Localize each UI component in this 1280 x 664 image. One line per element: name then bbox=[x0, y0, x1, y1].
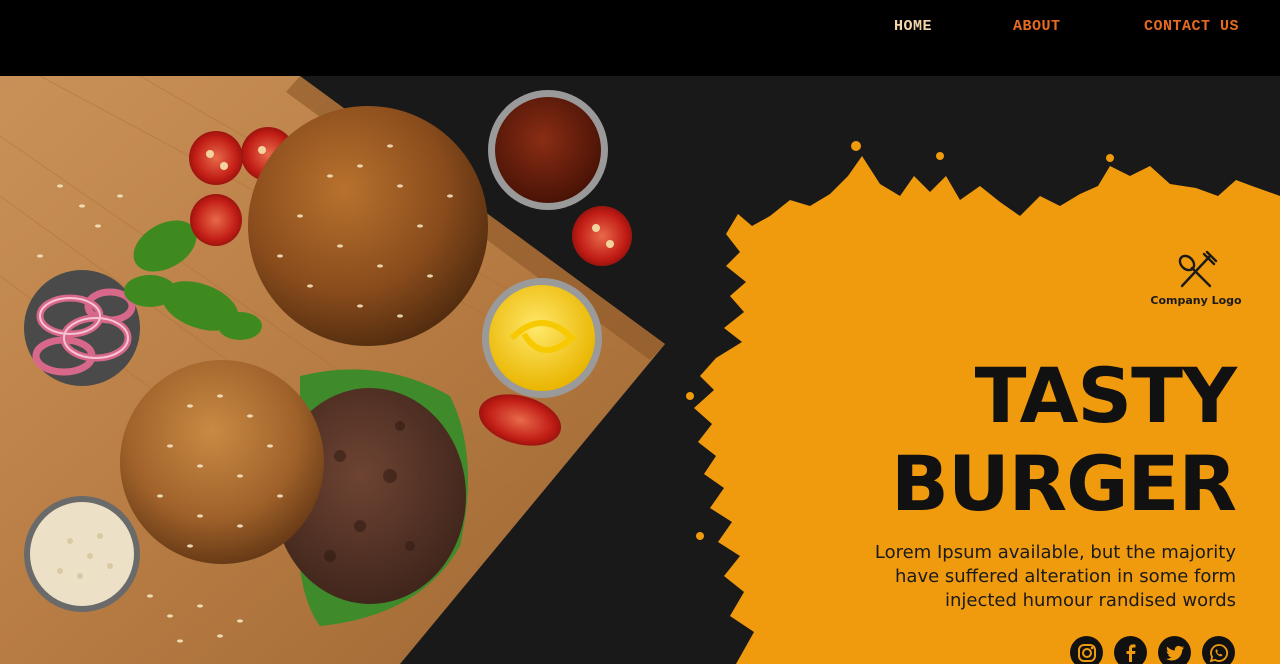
hero-description: Lorem Ipsum available, but the majority … bbox=[820, 541, 1236, 613]
nav-home-link[interactable]: HOME bbox=[894, 18, 932, 35]
top-burger-bun bbox=[248, 106, 488, 346]
bottom-burger-bun bbox=[120, 360, 324, 564]
headline-line-2: BURGER bbox=[891, 439, 1237, 528]
headline-line-1: TASTY bbox=[974, 351, 1237, 440]
company-logo: Company Logo bbox=[1148, 250, 1244, 314]
description-line-3: injected humour randised words bbox=[944, 590, 1236, 611]
top-navbar: HOME ABOUT CONTACT US bbox=[0, 0, 1280, 76]
company-logo-text: Company Logo bbox=[1150, 294, 1242, 307]
twitter-icon[interactable] bbox=[1158, 636, 1191, 664]
description-line-2: have suffered alteration in some form bbox=[895, 566, 1236, 587]
description-line-1: Lorem Ipsum available, but the majority bbox=[874, 542, 1236, 563]
nav-about-link[interactable]: ABOUT bbox=[1013, 18, 1061, 35]
social-links bbox=[1070, 636, 1240, 664]
hero-section: Company Logo TASTY BURGER Lorem Ipsum av… bbox=[0, 76, 1280, 664]
hero-headline: TASTY BURGER bbox=[891, 351, 1237, 528]
facebook-icon[interactable] bbox=[1114, 636, 1147, 664]
fork-spoon-icon bbox=[1178, 250, 1218, 288]
instagram-icon[interactable] bbox=[1070, 636, 1103, 664]
nav-contact-link[interactable]: CONTACT US bbox=[1144, 18, 1239, 35]
whatsapp-icon[interactable] bbox=[1202, 636, 1235, 664]
